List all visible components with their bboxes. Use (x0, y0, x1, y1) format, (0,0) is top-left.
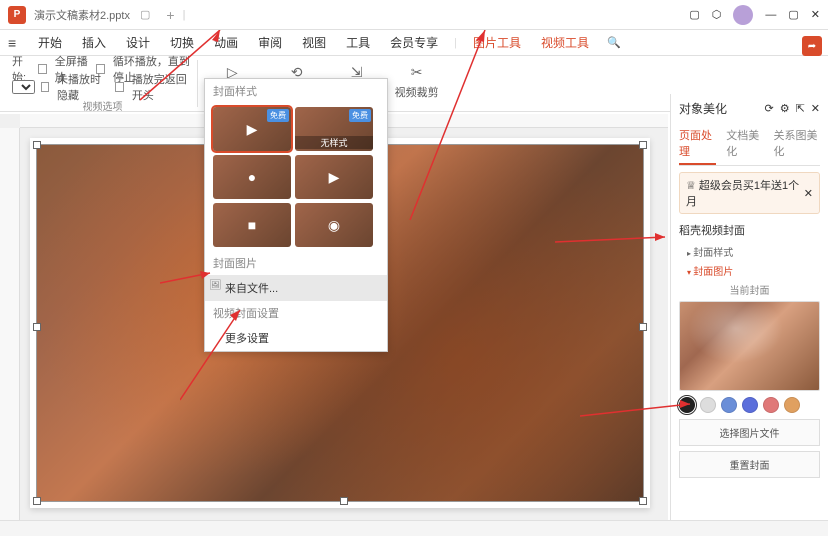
tab-diagram[interactable]: 关系图美化 (773, 123, 820, 165)
style-option-6[interactable]: ◉ (295, 203, 373, 247)
choose-file-button[interactable]: 选择图片文件 (679, 419, 820, 446)
check-rewind[interactable] (115, 82, 123, 92)
handle-w[interactable] (33, 323, 41, 331)
handle-se[interactable] (639, 497, 647, 505)
color-4[interactable] (742, 397, 758, 413)
menu-animation[interactable]: 动画 (204, 34, 248, 51)
handle-sw[interactable] (33, 497, 41, 505)
sub-style[interactable]: 封面样式 (679, 244, 820, 259)
color-6[interactable] (784, 397, 800, 413)
tab-page[interactable]: 页面处理 (679, 123, 716, 165)
sidebar-title: 对象美化 (679, 100, 727, 117)
menu-design[interactable]: 设计 (116, 34, 160, 51)
menu-tools[interactable]: 工具 (336, 34, 380, 51)
trim-icon: ✂ (405, 62, 429, 82)
menu-video-tools[interactable]: 视频工具 (531, 34, 599, 51)
style-option-none[interactable]: 免费无样式 (295, 107, 373, 151)
handle-nw[interactable] (33, 141, 41, 149)
statusbar (0, 520, 828, 536)
maximize-icon[interactable]: ▢ (788, 8, 798, 21)
reset-cover-button[interactable]: 重置封面 (679, 451, 820, 478)
style-option-4[interactable]: ▶ (295, 155, 373, 199)
dd-time-title: 视频封面设置 (205, 301, 387, 325)
tab-doc[interactable]: 文档美化 (726, 123, 763, 165)
menu-insert[interactable]: 插入 (72, 34, 116, 51)
close-window-icon[interactable]: ✕ (811, 8, 820, 21)
menu-view[interactable]: 视图 (292, 34, 336, 51)
color-5[interactable] (763, 397, 779, 413)
sub-image[interactable]: 封面图片 (679, 263, 820, 278)
start-select[interactable] (12, 80, 35, 94)
section-title: 稻壳视频封面 (679, 222, 820, 238)
close-tab-icon[interactable]: ▢ (140, 8, 150, 21)
ruler-vertical (0, 128, 20, 520)
dd-styles-title: 封面样式 (205, 79, 387, 103)
color-1[interactable] (679, 397, 695, 413)
close-panel-icon[interactable]: ✕ (811, 102, 820, 115)
new-tab-button[interactable]: + (158, 7, 182, 23)
refresh-icon[interactable]: ⟳ (764, 102, 773, 115)
group-footer: 视频选项 (12, 98, 193, 113)
app-icon: P (8, 6, 26, 24)
color-2[interactable] (700, 397, 716, 413)
menu-start[interactable]: 开始 (28, 34, 72, 51)
thumb-label: 当前封面 (679, 282, 820, 297)
menu-image-tools[interactable]: 图片工具 (463, 34, 531, 51)
promo-banner[interactable]: ♕ 超级会员买1年送1个月✕ (679, 172, 820, 214)
color-swatches (679, 397, 820, 413)
dd-more-settings[interactable]: 更多设置 (205, 325, 387, 351)
check-fullscreen[interactable] (38, 64, 46, 74)
menu-hamburger-icon[interactable]: ≡ (8, 35, 28, 51)
video-cover-dropdown: 封面样式 ▶免费 免费无样式 ● ▶ ■ ◉ 封面图片 🖼来自文件... 视频封… (204, 78, 388, 352)
dd-from-file[interactable]: 🖼来自文件... (205, 275, 387, 301)
image-icon: 🖼 (209, 280, 222, 291)
share-button[interactable]: ➦ (802, 36, 822, 56)
dd-cover-title: 封面图片 (205, 251, 387, 275)
file-tab[interactable]: 演示文稿素材2.pptx (34, 7, 130, 23)
menu-review[interactable]: 审阅 (248, 34, 292, 51)
settings-icon[interactable]: ⚙ (780, 102, 790, 115)
menu-member[interactable]: 会员专享 (380, 34, 448, 51)
promo-close-icon[interactable]: ✕ (804, 187, 813, 200)
handle-e[interactable] (639, 323, 647, 331)
style-option-1[interactable]: ▶免费 (213, 107, 291, 151)
color-3[interactable] (721, 397, 737, 413)
window-icon[interactable]: ▢ (689, 8, 699, 21)
avatar[interactable] (733, 5, 753, 25)
style-option-5[interactable]: ■ (213, 203, 291, 247)
pin-icon[interactable]: ⇱ (796, 102, 805, 115)
cube-icon[interactable]: ⬡ (712, 8, 722, 21)
handle-s[interactable] (340, 497, 348, 505)
minimize-icon[interactable]: — (765, 9, 776, 21)
style-option-3[interactable]: ● (213, 155, 291, 199)
trim-video-button[interactable]: ✂ 视频裁剪 (387, 60, 447, 107)
handle-ne[interactable] (639, 141, 647, 149)
check-hide[interactable] (41, 82, 49, 92)
menu-transition[interactable]: 切换 (160, 34, 204, 51)
cover-thumbnail (679, 301, 820, 391)
search-icon[interactable]: 🔍 (607, 36, 621, 49)
